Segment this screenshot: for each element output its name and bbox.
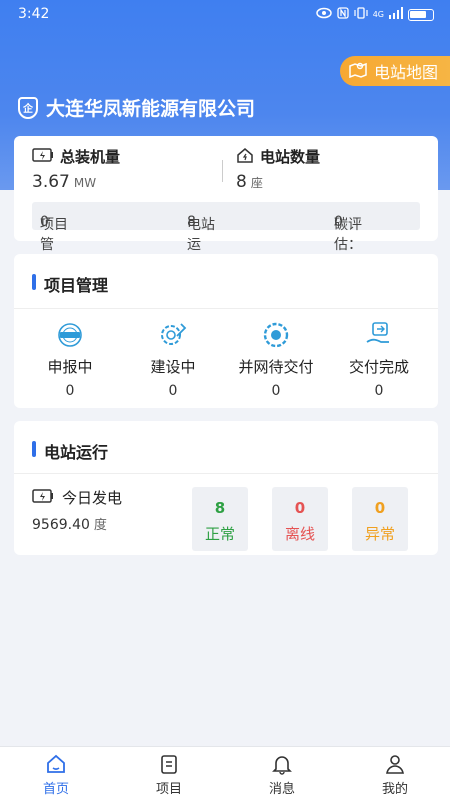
today-generation-label: 今日发电 [62, 489, 123, 507]
company-title: 企 大连华凤新能源有限公司 [18, 94, 255, 121]
status-abnormal-label: 异常 [364, 525, 395, 543]
project-item-label: 申报中 [47, 358, 93, 376]
project-management-title: 项目管理 [32, 272, 108, 296]
project-item-value: 0 [168, 383, 178, 399]
home-icon [45, 753, 67, 775]
map-icon [348, 60, 368, 82]
user-icon [384, 753, 406, 775]
battery-charge-icon [32, 147, 54, 167]
project-item-value: 0 [271, 383, 281, 399]
bottom-tab-bar: 首页 项目 消息 我的 [0, 746, 450, 800]
summary-counts-bar: 项目管理：0 电站运行：8 碳评估：0 [32, 202, 420, 273]
project-item-delivered[interactable]: 交付完成 0 [329, 320, 429, 399]
status-offline-count: 0 [294, 499, 306, 517]
status-icons: 4G [315, 7, 434, 22]
company-badge-icon: 企 [18, 96, 38, 119]
section-divider [14, 473, 438, 474]
today-generation-unit: 度 [93, 518, 107, 533]
status-normal-box[interactable]: 8 正常 [192, 487, 248, 551]
today-generation[interactable]: 今日发电 9569.40 度 [32, 487, 122, 533]
project-item-value: 0 [374, 383, 384, 399]
today-generation-value: 9569.40 [32, 517, 90, 533]
station-map-button[interactable]: 电站地图 [340, 56, 450, 86]
station-map-label: 电站地图 [374, 63, 439, 82]
stations-unit: 座 [250, 176, 263, 190]
bell-icon [271, 753, 293, 775]
company-name: 大连华凤新能源有限公司 [46, 98, 256, 120]
tab-project-label: 项目 [155, 782, 182, 797]
station-house-icon [236, 147, 254, 167]
summary-operation-value: 8 [187, 214, 196, 230]
capacity-unit: MW [73, 176, 97, 190]
status-bar: 3:42 4G [0, 0, 450, 30]
tab-project[interactable]: 项目 [139, 753, 199, 797]
station-operation-card: 电站运行 今日发电 9569.40 度 8 正常 0 离线 0 异常 [14, 421, 438, 555]
project-item-label: 交付完成 [348, 358, 409, 376]
summary-project-value: 0 [40, 214, 49, 230]
hand-delivery-icon [361, 320, 397, 350]
tab-home-label: 首页 [42, 782, 69, 797]
status-offline-box[interactable]: 0 离线 [272, 487, 328, 551]
capacity-summary[interactable]: 总装机量 3.67 MW [32, 146, 120, 192]
network-label: 4G [372, 10, 384, 19]
gear-coin-icon [258, 320, 294, 350]
project-item-building[interactable]: 建设中 0 [123, 320, 223, 399]
summary-divider [222, 160, 223, 182]
project-item-label: 并网待交付 [238, 358, 314, 376]
section-divider [14, 308, 438, 309]
stations-label: 电站数量 [260, 148, 321, 166]
tab-mine[interactable]: 我的 [365, 753, 425, 797]
project-item-grid-pending[interactable]: 并网待交付 0 [226, 320, 326, 399]
tab-messages-label: 消息 [268, 782, 295, 797]
status-normal-count: 8 [214, 499, 226, 517]
status-time: 3:42 [18, 6, 50, 22]
project-item-value: 0 [65, 383, 75, 399]
battery-icon [408, 8, 434, 21]
eye-icon [315, 7, 332, 22]
status-normal-label: 正常 [204, 525, 235, 543]
project-management-card: 项目管理 申报中 0 建设中 0 并网待交付 0 交付完成 0 [14, 254, 438, 408]
status-abnormal-count: 0 [374, 499, 386, 517]
summary-carbon-value: 0 [334, 214, 343, 230]
declare-stamp-icon [52, 320, 88, 350]
stations-value: 8 [236, 172, 247, 192]
project-item-declaring[interactable]: 申报中 0 [20, 320, 120, 399]
battery-charge-icon [32, 488, 54, 508]
station-operation-title: 电站运行 [32, 439, 108, 463]
gear-wrench-icon [155, 320, 191, 350]
status-offline-label: 离线 [284, 525, 315, 543]
vibrate-icon [354, 7, 368, 22]
status-abnormal-box[interactable]: 0 异常 [352, 487, 408, 551]
nfc-icon [337, 7, 349, 22]
summary-card: 总装机量 3.67MW 电站数量 8座 项目管理：0 电站运行：8 碳评估：0 [14, 136, 438, 273]
tab-mine-label: 我的 [381, 782, 408, 797]
tab-home[interactable]: 首页 [26, 753, 86, 797]
signal-icon [389, 7, 403, 22]
capacity-value: 3.67 [32, 172, 70, 192]
tab-messages[interactable]: 消息 [252, 753, 312, 797]
stations-summary[interactable]: 电站数量 8座 [236, 146, 320, 192]
project-item-label: 建设中 [150, 358, 196, 376]
capacity-label: 总装机量 [60, 148, 121, 166]
clipboard-icon [158, 753, 180, 775]
